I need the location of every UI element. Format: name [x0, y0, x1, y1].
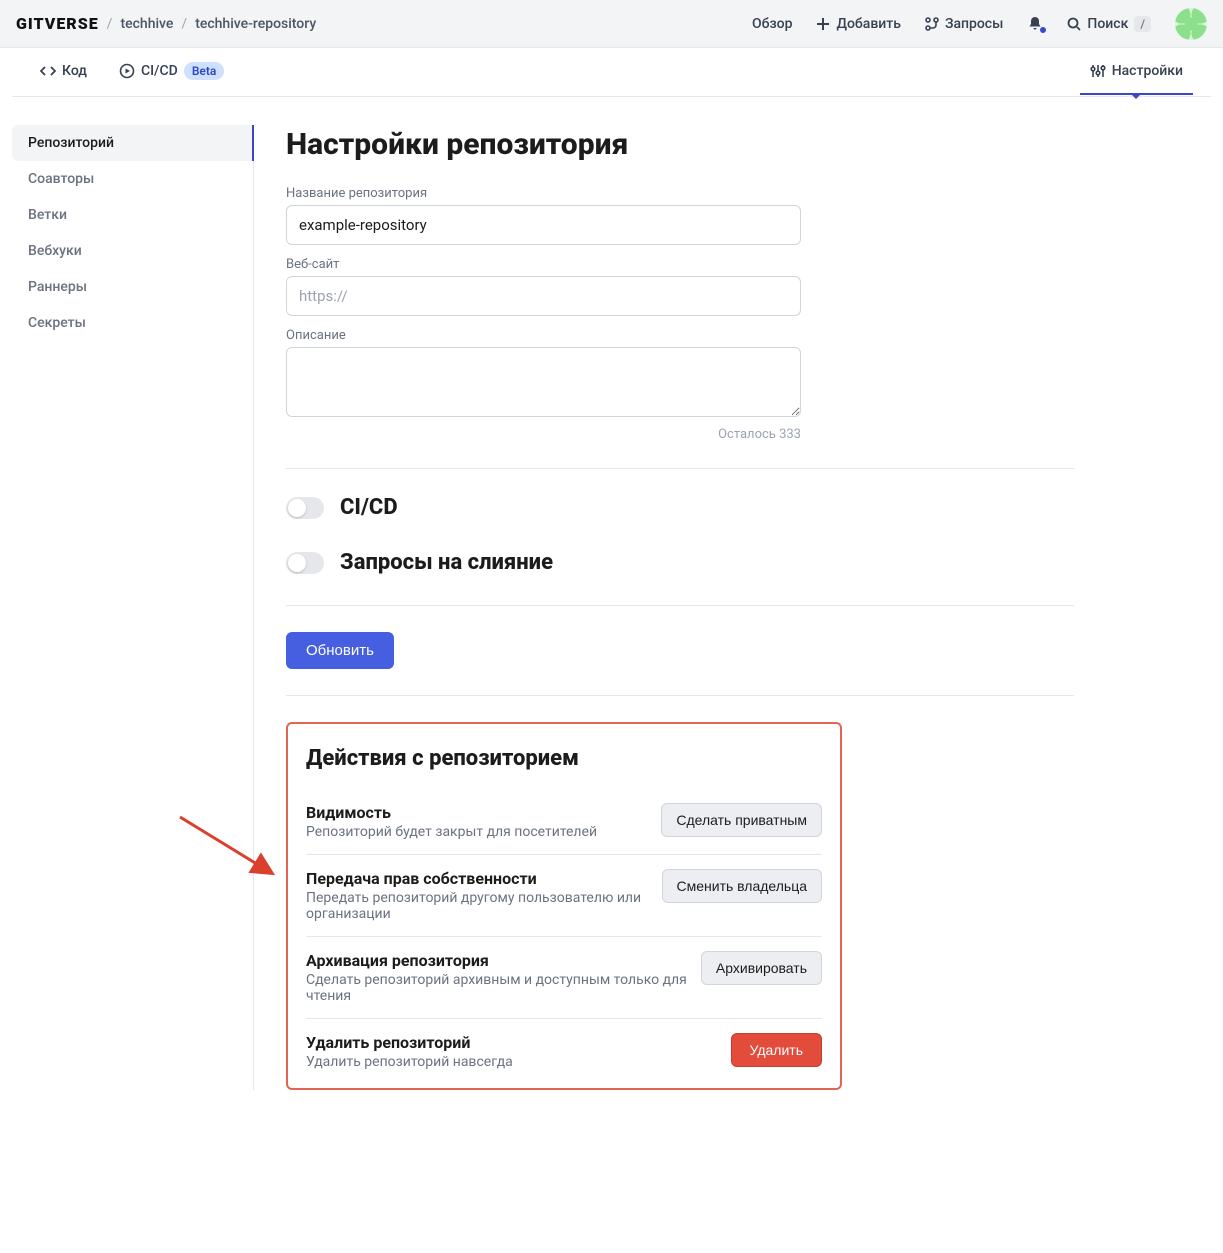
action-archive-title: Архивация репозитория — [306, 951, 689, 970]
tab-settings-label: Настройки — [1112, 63, 1183, 79]
nav-notifications[interactable] — [1015, 16, 1055, 32]
search-icon — [1067, 17, 1081, 31]
sidebar-item-label: Секреты — [28, 315, 86, 331]
sidebar-item-secrets[interactable]: Секреты — [12, 305, 253, 341]
breadcrumb: / techhive / techhive-repository — [99, 16, 317, 32]
tab-settings[interactable]: Настройки — [1080, 49, 1193, 95]
beta-badge: Beta — [184, 62, 225, 80]
sidebar-item-webhooks[interactable]: Вебхуки — [12, 233, 253, 269]
play-circle-icon — [119, 63, 135, 79]
action-transfer: Передача прав собственности Передать реп… — [306, 855, 822, 937]
sidebar-item-runners[interactable]: Раннеры — [12, 269, 253, 305]
merge-requests-toggle-label: Запросы на слияние — [340, 550, 553, 575]
nav-overview[interactable]: Обзор — [740, 0, 805, 48]
sidebar-item-label: Вебхуки — [28, 243, 82, 259]
change-owner-button[interactable]: Сменить владельца — [662, 869, 823, 903]
merge-icon — [925, 17, 939, 31]
plus-icon — [816, 17, 830, 31]
cicd-toggle[interactable] — [286, 497, 324, 519]
action-delete-desc: Удалить репозиторий навсегда — [306, 1054, 719, 1070]
nav-search[interactable]: Поиск / — [1055, 0, 1163, 48]
code-icon — [40, 63, 56, 79]
top-header: GITVERSE / techhive / techhive-repositor… — [0, 0, 1223, 48]
sidebar-item-repository[interactable]: Репозиторий — [12, 125, 253, 161]
website-label: Веб-сайт — [286, 257, 1074, 272]
nav-requests[interactable]: Запросы — [913, 0, 1015, 48]
breadcrumb-sep: / — [107, 16, 113, 32]
search-shortcut: / — [1134, 16, 1151, 32]
archive-button[interactable]: Архивировать — [701, 951, 822, 985]
update-button[interactable]: Обновить — [286, 632, 394, 669]
sidebar-item-collaborators[interactable]: Соавторы — [12, 161, 253, 197]
breadcrumb-owner[interactable]: techhive — [120, 16, 173, 32]
settings-content: Настройки репозитория Название репозитор… — [254, 125, 1074, 1090]
logo[interactable]: GITVERSE — [16, 14, 99, 33]
action-visibility: Видимость Репозиторий будет закрыт для п… — [306, 789, 822, 855]
sidebar-item-label: Ветки — [28, 207, 67, 223]
delete-button[interactable]: Удалить — [731, 1033, 822, 1067]
nav-add-label: Добавить — [836, 16, 900, 32]
action-visibility-title: Видимость — [306, 803, 649, 822]
action-archive: Архивация репозитория Сделать репозитори… — [306, 937, 822, 1019]
action-visibility-desc: Репозиторий будет закрыт для посетителей — [306, 824, 649, 840]
tab-cicd[interactable]: CI/CD Beta — [109, 48, 234, 96]
nav-search-label: Поиск — [1087, 16, 1128, 32]
divider — [286, 695, 1074, 696]
website-input[interactable] — [286, 276, 801, 316]
action-transfer-title: Передача прав собственности — [306, 869, 650, 888]
merge-requests-toggle[interactable] — [286, 552, 324, 574]
action-delete: Удалить репозиторий Удалить репозиторий … — [306, 1019, 822, 1070]
settings-sidebar: Репозиторий Соавторы Ветки Вебхуки Ранне… — [12, 125, 254, 1090]
repo-name-input[interactable] — [286, 205, 801, 245]
make-private-button[interactable]: Сделать приватным — [661, 803, 822, 837]
sidebar-item-label: Раннеры — [28, 279, 87, 295]
cicd-toggle-label: CI/CD — [340, 495, 398, 520]
breadcrumb-repo[interactable]: techhive-repository — [195, 16, 316, 32]
avatar[interactable] — [1175, 8, 1207, 40]
nav-overview-label: Обзор — [752, 16, 793, 32]
danger-zone-title: Действия с репозиторием — [306, 746, 822, 771]
sidebar-item-label: Репозиторий — [28, 135, 114, 151]
tab-code[interactable]: Код — [30, 49, 97, 95]
repo-name-label: Название репозитория — [286, 186, 1074, 201]
sidebar-item-label: Соавторы — [28, 171, 94, 187]
breadcrumb-sep: / — [181, 16, 187, 32]
action-delete-title: Удалить репозиторий — [306, 1033, 719, 1052]
page-title: Настройки репозитория — [286, 127, 1074, 162]
action-archive-desc: Сделать репозиторий архивным и доступным… — [306, 972, 689, 1004]
divider — [286, 468, 1074, 469]
tab-cicd-label: CI/CD — [141, 63, 178, 79]
sidebar-item-branches[interactable]: Ветки — [12, 197, 253, 233]
notification-dot — [1039, 26, 1047, 34]
divider — [286, 605, 1074, 606]
nav-requests-label: Запросы — [945, 16, 1003, 32]
description-textarea[interactable] — [286, 347, 801, 417]
description-counter: Осталось 333 — [286, 427, 801, 442]
nav-add[interactable]: Добавить — [804, 0, 912, 48]
action-transfer-desc: Передать репозиторий другому пользовател… — [306, 890, 650, 922]
repo-tabs: Код CI/CD Beta Настройки — [12, 48, 1211, 97]
description-label: Описание — [286, 328, 1074, 343]
danger-zone: Действия с репозиторием Видимость Репози… — [286, 722, 842, 1090]
tab-code-label: Код — [62, 63, 87, 79]
sliders-icon — [1090, 63, 1106, 79]
